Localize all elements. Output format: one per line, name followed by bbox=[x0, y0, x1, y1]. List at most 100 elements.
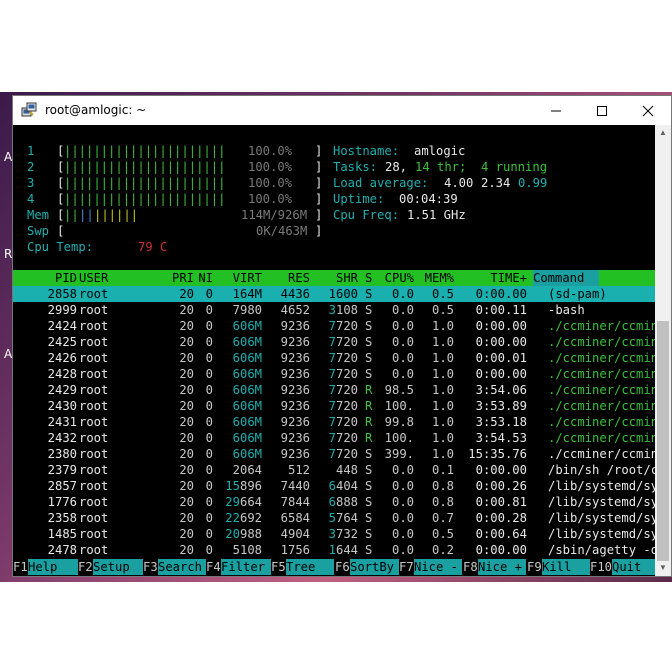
terminal-area[interactable]: 1[|||||||||||||||||||||| 100.0%] 2[||||||… bbox=[13, 125, 656, 576]
process-row[interactable]: 2379 root 20 0 2064 512 448 S 0.0 0.1 0:00.00/bin/… bbox=[13, 462, 656, 478]
process-mem: 1.0 bbox=[431, 447, 454, 461]
process-cmd: ./ccminer/ccmin bbox=[548, 415, 656, 429]
process-pid: 2424 bbox=[47, 319, 77, 333]
desktop-letter: A bbox=[4, 347, 13, 361]
process-time: 0:00.00 bbox=[475, 319, 527, 333]
vertical-scrollbar[interactable]: ▲ ▼ bbox=[655, 125, 671, 576]
process-res: 7440 bbox=[280, 479, 310, 493]
process-pid: 2428 bbox=[47, 367, 77, 381]
process-user: root bbox=[79, 543, 109, 557]
process-virt: 15896 bbox=[225, 479, 262, 493]
process-row[interactable]: 2358 root 20 0 22692 6584 5764 S 0.0 0.7 0:00.28/l… bbox=[13, 510, 656, 526]
process-row[interactable]: 1776 root 20 0 29664 7844 6888 S 0.0 0.8 0:00.81/l… bbox=[13, 494, 656, 510]
process-time: 0:00.01 bbox=[475, 351, 527, 365]
kill-button[interactable]: Kill bbox=[542, 559, 590, 575]
maximize-button[interactable] bbox=[579, 96, 625, 125]
process-res: 1756 bbox=[280, 543, 310, 557]
process-ni: 0 bbox=[205, 447, 213, 461]
process-user: root bbox=[79, 351, 109, 365]
process-row[interactable]: 2857 root 20 0 15896 7440 6404 S 0.0 0.8 0:00.26/l… bbox=[13, 478, 656, 494]
nice-minus-button[interactable]: Nice - bbox=[414, 559, 462, 575]
process-user: root bbox=[79, 431, 109, 445]
process-shr: 3732 bbox=[328, 527, 358, 541]
process-pid: 2858 bbox=[47, 287, 77, 301]
tree-button[interactable]: Tree bbox=[286, 559, 334, 575]
search-button[interactable]: Search bbox=[158, 559, 206, 575]
help-button[interactable]: Help bbox=[28, 559, 78, 575]
quit-button[interactable]: Quit bbox=[612, 559, 656, 575]
process-cpu: 399. bbox=[384, 447, 414, 461]
swap-meter: Swp[0K/463M] bbox=[27, 224, 323, 238]
process-virt: 606M bbox=[232, 319, 262, 333]
filter-button[interactable]: Filter bbox=[221, 559, 271, 575]
sortby-button[interactable]: SortBy bbox=[350, 559, 399, 575]
process-pid: 2999 bbox=[47, 303, 77, 317]
process-mem: 1.0 bbox=[431, 367, 454, 381]
process-virt: 5108 bbox=[232, 543, 262, 557]
setup-button[interactable]: Setup bbox=[93, 559, 143, 575]
putty-icon bbox=[21, 102, 37, 117]
process-ni: 0 bbox=[205, 415, 213, 429]
title-bar[interactable]: root@amlogic: ~ bbox=[13, 96, 671, 125]
process-res: 9236 bbox=[280, 319, 310, 333]
close-button[interactable] bbox=[625, 96, 671, 125]
process-mem: 1.0 bbox=[431, 431, 454, 445]
process-mem: 1.0 bbox=[431, 383, 454, 397]
process-row[interactable]: 2380 root 20 0 606M 9236 7720 S 399. 1.0 15:35.76.… bbox=[13, 446, 656, 462]
process-row[interactable]: 2432 root 20 0 606M 9236 7720 R 100. 1.0 3:54.53 ./… bbox=[13, 430, 656, 446]
process-virt: 22692 bbox=[225, 511, 262, 525]
process-row[interactable]: 2426 root 20 0 606M 9236 7720 S 0.0 1.0 0:00.01 ./c… bbox=[13, 350, 656, 366]
process-ni: 0 bbox=[205, 287, 213, 301]
tasks-line: Tasks: 28, 14 thr; 4 running bbox=[333, 160, 548, 174]
putty-window: root@amlogic: ~ 1[||||||||||||||||||||||… bbox=[12, 95, 672, 577]
process-pid: 2857 bbox=[47, 479, 77, 493]
process-row[interactable]: 2428 root 20 0 606M 9236 7720 S 0.0 1.0 0:00.00 ./c… bbox=[13, 366, 656, 382]
process-row[interactable]: 2430 root 20 0 606M 9236 7720 R 100. 1.0 3:53.89 ./… bbox=[13, 398, 656, 414]
process-mem: 1.0 bbox=[431, 415, 454, 429]
process-s: S bbox=[365, 463, 373, 477]
process-row[interactable]: 2999 root 20 0 7980 4652 3108 S 0.0 0.5 0:00.11 -ba… bbox=[13, 302, 656, 318]
process-virt: 2064 bbox=[232, 463, 262, 477]
process-cmd: /lib/systemd/sy bbox=[548, 527, 656, 541]
minimize-button[interactable] bbox=[533, 96, 579, 125]
process-table-header[interactable]: PID USER PRI NI VIRT RES SHR S CPU% MEM%… bbox=[13, 270, 656, 286]
process-ni: 0 bbox=[205, 399, 213, 413]
process-pri: 20 bbox=[179, 447, 194, 461]
process-ni: 0 bbox=[205, 383, 213, 397]
process-time: 0:00.00 bbox=[475, 287, 527, 301]
scrollbar-thumb[interactable] bbox=[657, 321, 669, 561]
process-res: 4904 bbox=[280, 527, 310, 541]
process-cpu: 0.0 bbox=[391, 335, 414, 349]
scroll-up-icon[interactable]: ▲ bbox=[655, 125, 671, 141]
process-row[interactable]: 2478 root 20 0 5108 1756 1644 S 0.0 0.2 0:00.00/sb… bbox=[13, 542, 656, 558]
process-ni: 0 bbox=[205, 527, 213, 541]
process-user: root bbox=[79, 447, 109, 461]
process-row[interactable]: 2425 root 20 0 606M 9236 7720 S 0.0 1.0 0:00.00 ./c… bbox=[13, 334, 656, 350]
process-s: S bbox=[365, 495, 373, 509]
scroll-down-icon[interactable]: ▼ bbox=[655, 560, 671, 576]
nice-plus-button[interactable]: Nice + bbox=[478, 559, 526, 575]
process-pri: 20 bbox=[179, 383, 194, 397]
process-row[interactable]: 1485 root 20 0 20988 4904 3732 S 0.0 0.5 0:00.64/l… bbox=[13, 526, 656, 542]
process-pri: 20 bbox=[179, 431, 194, 445]
process-virt: 606M bbox=[232, 399, 262, 413]
process-ni: 0 bbox=[205, 479, 213, 493]
process-mem: 0.8 bbox=[431, 479, 454, 493]
process-mem: 0.5 bbox=[431, 527, 454, 541]
process-cmd: ./ccminer/ccmin bbox=[548, 383, 656, 397]
process-res: 9236 bbox=[280, 399, 310, 413]
process-res: 512 bbox=[287, 463, 310, 477]
process-ni: 0 bbox=[205, 335, 213, 349]
process-time: 0:00.26 bbox=[475, 479, 527, 493]
process-row[interactable]: 2429 root 20 0 606M 9236 7720 R 98.5 1.0 3:54.06 ./… bbox=[13, 382, 656, 398]
process-row[interactable]: 2431 root 20 0 606M 9236 7720 R 99.8 1.0 3:53.18 ./… bbox=[13, 414, 656, 430]
process-pri: 20 bbox=[179, 335, 194, 349]
process-user: root bbox=[79, 399, 109, 413]
process-shr: 7720 bbox=[328, 351, 358, 365]
process-row[interactable]: 2424 root 20 0 606M 9236 7720 S 0.0 1.0 0:00.00 ./c… bbox=[13, 318, 656, 334]
process-row[interactable]: 2858 root 20 0 164M 4436 1600 S 0.0 0.5 0:00.00 (sd… bbox=[13, 286, 656, 302]
process-res: 9236 bbox=[280, 431, 310, 445]
process-pid: 2430 bbox=[47, 399, 77, 413]
process-pid: 2425 bbox=[47, 335, 77, 349]
process-res: 9236 bbox=[280, 415, 310, 429]
